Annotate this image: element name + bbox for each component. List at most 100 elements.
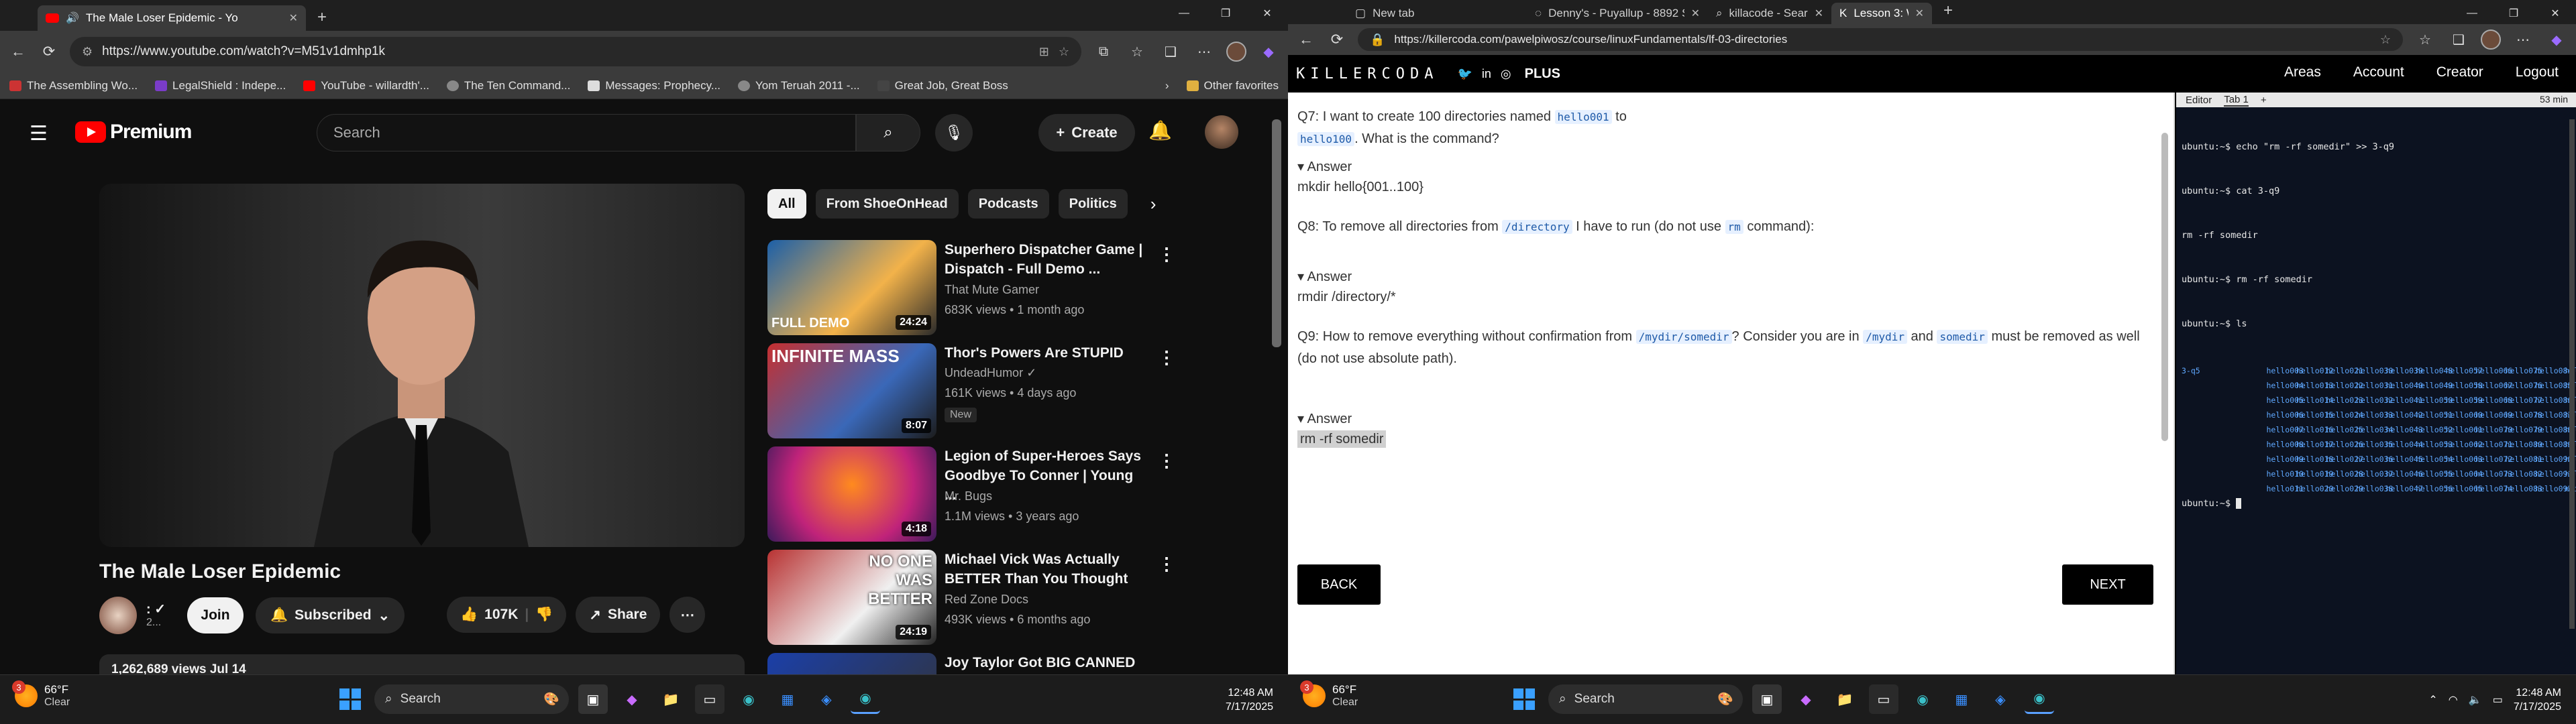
- refresh-icon[interactable]: ⟳: [39, 43, 59, 60]
- account-avatar[interactable]: [1205, 115, 1238, 149]
- bookmark-item[interactable]: Messages: Prophecy...: [588, 79, 720, 93]
- more-vert-icon[interactable]: ⋮: [1158, 244, 1175, 265]
- back-icon[interactable]: ←: [1296, 31, 1316, 48]
- tab-editor[interactable]: Editor: [2186, 95, 2212, 106]
- profile-avatar[interactable]: [1226, 42, 1246, 62]
- refresh-icon[interactable]: ⟳: [1327, 31, 1347, 48]
- chevron-right-icon[interactable]: ›: [1150, 194, 1157, 215]
- store-icon[interactable]: ▦: [1947, 684, 1976, 714]
- share-button[interactable]: ↗ Share: [576, 597, 661, 633]
- thumbnail[interactable]: INFINITE MASS 8:07: [767, 343, 936, 438]
- tab-new[interactable]: ▢ New tab: [1348, 3, 1440, 24]
- favorite-star-icon[interactable]: ☆: [2380, 33, 2391, 47]
- tab-dennys[interactable]: ◌Denny's - Puyallup - 8892 Splash✕: [1527, 3, 1708, 24]
- youtube-logo[interactable]: Premium: [75, 121, 192, 143]
- nav-account[interactable]: Account: [2353, 64, 2404, 80]
- address-bar[interactable]: ⚙ https://www.youtube.com/watch?v=M51v1d…: [70, 37, 1081, 66]
- copilot-icon[interactable]: ◆: [1791, 684, 1821, 714]
- bookmark-item[interactable]: Great Job, Great Boss: [877, 79, 1008, 93]
- bookmarks-overflow-icon[interactable]: ›: [1165, 79, 1169, 93]
- app-icon[interactable]: ◈: [812, 684, 841, 714]
- store-icon[interactable]: ▦: [773, 684, 802, 714]
- terminal-icon[interactable]: ▭: [695, 684, 724, 714]
- join-button[interactable]: Join: [187, 597, 244, 634]
- close-tab-icon[interactable]: ✕: [1815, 7, 1823, 20]
- network-icon[interactable]: ◠: [2449, 693, 2458, 707]
- edge-active-icon[interactable]: ◉: [851, 684, 880, 714]
- volume-icon[interactable]: 🔈: [2469, 693, 2482, 707]
- minimize-icon[interactable]: —: [2451, 0, 2493, 27]
- more-vert-icon[interactable]: ⋮: [1158, 554, 1175, 575]
- profile-avatar[interactable]: [2481, 29, 2501, 50]
- file-explorer-icon[interactable]: 📁: [656, 684, 686, 714]
- description-box[interactable]: 1,262,689 views Jul 14: [99, 654, 745, 674]
- notifications-bell-icon[interactable]: 🔔: [1148, 119, 1172, 141]
- bookmark-item[interactable]: YouTube - willardth'...: [303, 79, 429, 93]
- address-bar[interactable]: 🔒 https://killercoda.com/pawelpiwosz/cou…: [1358, 28, 2403, 51]
- answer-toggle[interactable]: ▾ Answer: [1297, 268, 1352, 285]
- nav-logout[interactable]: Logout: [2516, 64, 2559, 80]
- close-tab-icon[interactable]: ✕: [1915, 7, 1924, 20]
- like-button[interactable]: 👍 107K | 👎: [447, 597, 567, 633]
- tab-youtube[interactable]: 🔊 The Male Loser Epidemic - Yo ✕: [38, 5, 306, 31]
- terminal-icon[interactable]: ▭: [1869, 684, 1898, 714]
- close-tab-icon[interactable]: ✕: [289, 11, 298, 25]
- lesson-scrollbar[interactable]: [2161, 133, 2168, 441]
- chip-politics[interactable]: Politics: [1058, 189, 1128, 219]
- chip-all[interactable]: All: [767, 189, 806, 219]
- more-actions-button[interactable]: ⋯: [669, 597, 706, 633]
- bookmark-item[interactable]: The Assembling Wo...: [9, 79, 138, 93]
- close-window-icon[interactable]: ✕: [1246, 0, 1288, 27]
- thumbnail[interactable]: NO ONE WAS BETTER 24:19: [767, 550, 936, 645]
- other-favorites[interactable]: Other favorites: [1186, 79, 1279, 93]
- recommendation-item[interactable]: 4:18 Legion of Super-Heroes Says Goodbye…: [767, 446, 1203, 550]
- task-view-icon[interactable]: ▣: [578, 684, 608, 714]
- copilot-icon[interactable]: ◆: [617, 684, 647, 714]
- nav-creator[interactable]: Creator: [2436, 64, 2483, 80]
- thumbnail[interactable]: 4:18: [767, 446, 936, 542]
- nav-areas[interactable]: Areas: [2284, 64, 2321, 80]
- more-icon[interactable]: ⋯: [2512, 32, 2534, 48]
- more-icon[interactable]: ⋯: [1193, 44, 1216, 60]
- page-scrollbar[interactable]: [1272, 119, 1281, 347]
- recommendation-item[interactable]: INFINITE MASS 8:07 Thor's Powers Are STU…: [767, 343, 1203, 446]
- chevron-up-icon[interactable]: ⌃: [2428, 693, 2437, 707]
- task-view-icon[interactable]: ▣: [1752, 684, 1782, 714]
- channel-avatar[interactable]: [99, 597, 137, 634]
- next-button[interactable]: NEXT: [2062, 564, 2153, 605]
- file-explorer-icon[interactable]: 📁: [1830, 684, 1860, 714]
- tab-lesson[interactable]: KLesson 3: Work with directories |✕: [1831, 3, 1932, 24]
- lock-icon[interactable]: 🔒: [1370, 33, 1385, 47]
- restore-icon[interactable]: ❐: [2493, 0, 2534, 27]
- edge-icon[interactable]: ◉: [734, 684, 763, 714]
- edge-icon[interactable]: ◉: [1908, 684, 1937, 714]
- microphone-icon[interactable]: 🎙: [935, 114, 973, 152]
- tab-terminal-1[interactable]: Tab 1: [2224, 94, 2249, 107]
- recommendation-item[interactable]: Joy Taylor Got BIG CANNED by: [767, 653, 1203, 674]
- restore-icon[interactable]: ❐: [1205, 0, 1246, 27]
- taskbar-search[interactable]: ⌕ Search 🎨: [374, 684, 569, 714]
- video-player[interactable]: [99, 184, 745, 547]
- add-tab-icon[interactable]: +: [2261, 95, 2267, 106]
- windows-start-icon[interactable]: [335, 684, 365, 714]
- app-icon[interactable]: ◈: [1986, 684, 2015, 714]
- chip-podcasts[interactable]: Podcasts: [967, 189, 1049, 219]
- create-button[interactable]: + Create: [1038, 114, 1135, 152]
- back-icon[interactable]: ←: [8, 43, 28, 60]
- favorite-star-icon[interactable]: ☆: [1059, 45, 1069, 59]
- bookmark-item[interactable]: Yom Teruah 2011 -...: [738, 79, 860, 93]
- grid-icon[interactable]: ⊞: [1039, 45, 1049, 59]
- terminal-panel[interactable]: Editor Tab 1 + 53 min ubuntu:~$ echo "rm…: [2176, 93, 2576, 674]
- weather-widget[interactable]: 3 66°F Clear: [1300, 680, 1358, 709]
- close-window-icon[interactable]: ✕: [2534, 0, 2576, 27]
- bookmark-item[interactable]: The Ten Command...: [446, 79, 570, 93]
- clock[interactable]: 12:48 AM 7/17/2025: [1226, 686, 1273, 714]
- channel-name[interactable]: : ✓: [146, 602, 166, 617]
- discord-icon[interactable]: ◎: [1501, 67, 1511, 81]
- windows-start-icon[interactable]: [1509, 684, 1539, 714]
- search-input[interactable]: Search: [317, 114, 856, 152]
- site-info-icon[interactable]: ⚙: [82, 45, 93, 59]
- new-tab-button[interactable]: +: [1936, 0, 1960, 23]
- back-button[interactable]: BACK: [1297, 564, 1381, 605]
- minimize-icon[interactable]: —: [1163, 0, 1205, 27]
